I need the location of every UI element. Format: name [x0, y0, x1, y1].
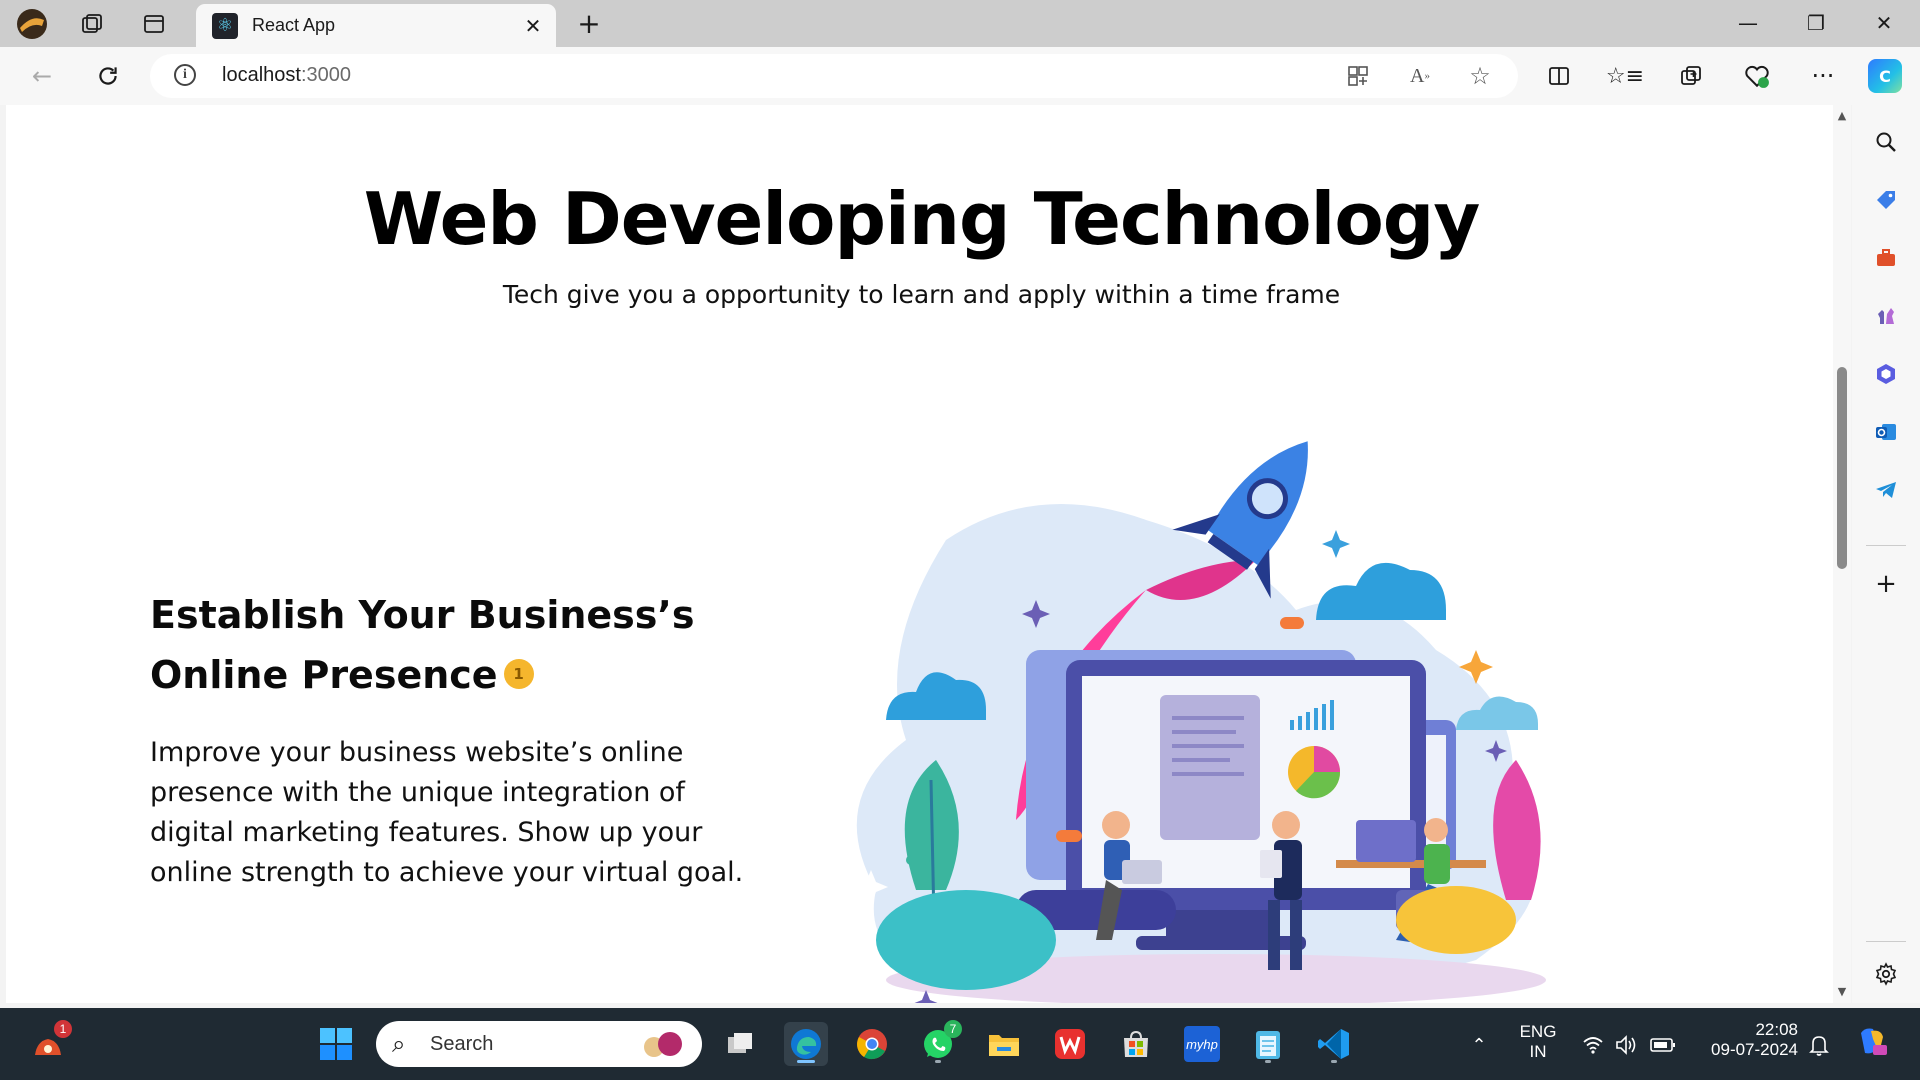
wps-office-icon[interactable]	[1048, 1022, 1092, 1066]
favorite-star-icon[interactable]: ☆	[1466, 62, 1494, 90]
show-hidden-icons-chevron[interactable]: ⌃	[1466, 1032, 1492, 1058]
volume-icon[interactable]	[1614, 1032, 1640, 1058]
read-aloud-icon[interactable]: A»	[1406, 62, 1434, 90]
whatsapp-badge: 7	[944, 1020, 962, 1038]
tab-close-icon[interactable]: ✕	[518, 11, 548, 41]
sidebar-divider	[1866, 545, 1906, 546]
taskbar-search[interactable]: ⌕ Search	[376, 1021, 702, 1067]
search-icon[interactable]	[1869, 125, 1903, 159]
site-info-icon[interactable]: i	[174, 64, 196, 86]
search-placeholder: Search	[430, 1033, 494, 1055]
tab-react-app[interactable]: ⚛ React App ✕	[196, 4, 556, 47]
workspaces-icon[interactable]	[74, 7, 110, 41]
notepad-icon[interactable]	[1246, 1022, 1290, 1066]
settings-icon[interactable]	[1869, 957, 1903, 991]
notifications-bell-icon[interactable]	[1806, 1032, 1832, 1058]
microsoft-store-icon[interactable]	[1114, 1022, 1158, 1066]
whatsapp-icon[interactable]: 7	[916, 1020, 962, 1066]
back-icon[interactable]: ←	[24, 58, 60, 94]
app-available-icon[interactable]	[1344, 62, 1372, 90]
games-icon[interactable]	[1869, 299, 1903, 333]
hero-paragraph: Improve your business website’s online p…	[150, 737, 744, 888]
clock[interactable]: 22:08 09-07-2024	[1694, 1020, 1804, 1060]
address-bar[interactable]: i localhost:3000 A» ☆	[150, 54, 1518, 98]
chrome-icon[interactable]	[850, 1022, 894, 1066]
myhp-icon[interactable]: myhp	[1180, 1022, 1224, 1066]
edge-icon[interactable]	[784, 1022, 828, 1066]
page-scrollbar[interactable]: ▲ ▼	[1833, 105, 1851, 1003]
task-view-icon[interactable]	[718, 1022, 762, 1066]
active-indicator	[797, 1060, 815, 1063]
scroll-down-arrow-icon[interactable]: ▼	[1835, 985, 1849, 999]
split-screen-icon[interactable]	[1542, 59, 1576, 93]
vertical-tabs-icon[interactable]	[136, 7, 172, 41]
file-explorer-icon[interactable]	[982, 1022, 1026, 1066]
outlook-icon[interactable]	[1869, 415, 1903, 449]
microsoft-365-icon[interactable]	[1869, 357, 1903, 391]
wifi-icon[interactable]	[1580, 1032, 1606, 1058]
url-text[interactable]: localhost:3000	[222, 64, 351, 87]
myhp-label: myhp	[1184, 1026, 1220, 1062]
edge-sidebar: +	[1852, 105, 1920, 1003]
favorites-icon[interactable]: ☆≡	[1606, 59, 1644, 93]
browser-essentials-icon[interactable]	[1740, 59, 1774, 93]
open-indicator	[935, 1060, 941, 1063]
start-icon[interactable]	[314, 1022, 358, 1066]
tab-title: React App	[252, 15, 336, 35]
telegram-icon[interactable]	[1869, 473, 1903, 507]
medal-icon: 1	[503, 658, 534, 689]
rocket-computer-illustration	[854, 441, 1546, 1003]
page-subtitle: Tech give you a opportunity to learn and…	[502, 280, 1341, 309]
browser-toolbar: ← i localhost:3000 A» ☆ ☆≡ ··· C	[0, 47, 1920, 105]
open-indicator	[1265, 1060, 1271, 1063]
search-highlight-icon	[644, 1032, 682, 1057]
shopping-tag-icon[interactable]	[1869, 183, 1903, 217]
add-icon[interactable]: +	[1869, 567, 1903, 601]
open-indicator	[1331, 1060, 1337, 1063]
copilot-taskbar-icon[interactable]	[1850, 1020, 1894, 1064]
sidebar-divider	[1866, 941, 1906, 942]
refresh-icon[interactable]	[90, 58, 126, 94]
weather-widget-icon[interactable]: 1	[26, 1020, 72, 1066]
minimize-button[interactable]: —	[1716, 0, 1780, 46]
collections-icon[interactable]	[1674, 59, 1708, 93]
scroll-up-arrow-icon[interactable]: ▲	[1835, 109, 1849, 123]
hero-heading: Establish Your Business’s Online Presenc…	[150, 593, 695, 697]
language-indicator[interactable]: ENG IN	[1510, 1022, 1566, 1062]
page-viewport: Web Developing Technology Tech give you …	[6, 105, 1837, 1003]
battery-icon[interactable]	[1650, 1032, 1676, 1058]
restore-button[interactable]: ❐	[1784, 0, 1848, 46]
scrollbar-thumb[interactable]	[1837, 367, 1847, 569]
more-icon[interactable]: ···	[1806, 59, 1840, 93]
tools-icon[interactable]	[1869, 241, 1903, 275]
browser-title-bar: ⚛ React App ✕ + — ❐ ✕	[0, 0, 1920, 47]
copilot-icon[interactable]: C	[1868, 59, 1902, 93]
profile-avatar-icon[interactable]	[14, 7, 50, 41]
close-window-button[interactable]: ✕	[1852, 0, 1916, 46]
weather-badge: 1	[54, 1020, 72, 1038]
new-tab-button[interactable]: +	[574, 7, 604, 40]
react-logo-icon: ⚛	[212, 12, 238, 39]
search-icon: ⌕	[392, 1030, 406, 1058]
windows-taskbar: 1 ⌕ Search 7 myhp ⌃ ENG IN 22:08 09-07-2…	[0, 1008, 1920, 1080]
vscode-icon[interactable]	[1312, 1022, 1356, 1066]
page-title: Web Developing Technology	[363, 177, 1481, 261]
